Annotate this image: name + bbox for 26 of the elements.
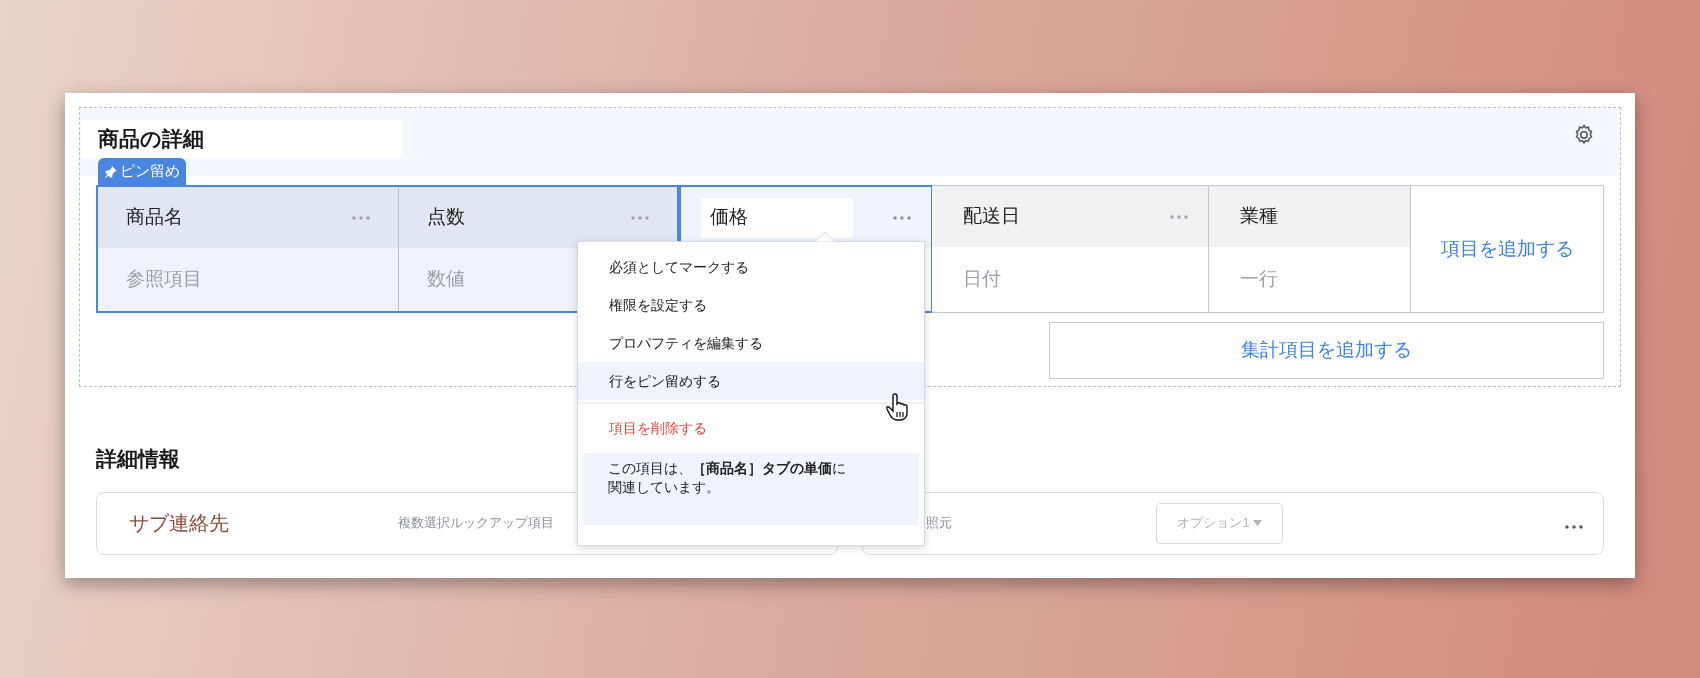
column-header[interactable]: 業種 bbox=[1209, 186, 1410, 247]
section-title: 商品の詳細 bbox=[81, 120, 403, 158]
menu-item[interactable]: プロパフティを編集する bbox=[578, 324, 924, 362]
menu-note: この項目は、［商品名］タブの単価に関連しています。 bbox=[608, 459, 847, 497]
more-icon[interactable] bbox=[1565, 524, 1583, 529]
section-title: 詳細情報 bbox=[96, 446, 180, 472]
column-header[interactable]: 点数 bbox=[399, 187, 677, 248]
hand-cursor-icon bbox=[885, 393, 911, 421]
caret-icon bbox=[1252, 519, 1262, 527]
menu-item[interactable]: 行をピン留めする bbox=[578, 362, 924, 400]
pin-icon bbox=[104, 164, 118, 179]
add-column-button[interactable]: 項目を追加する bbox=[1411, 185, 1604, 313]
column-name: 点数 bbox=[427, 205, 465, 230]
column-name: 業種 bbox=[1240, 204, 1278, 229]
pin-badge-label: ピン留め bbox=[120, 161, 180, 182]
column-name: 商品名 bbox=[126, 205, 183, 230]
card-hint: 複数選択ルックアップ項目 bbox=[398, 514, 554, 533]
add-summary-button[interactable]: 集計項目を追加する bbox=[1049, 322, 1604, 379]
menu-item[interactable]: 項目を削除する bbox=[578, 409, 924, 447]
column-header[interactable]: 商品名 bbox=[98, 187, 398, 248]
column-name-field[interactable]: 価格 bbox=[701, 197, 853, 238]
card-label: サブ連絡先 bbox=[129, 511, 230, 536]
column-header[interactable]: 配送日 bbox=[932, 186, 1208, 247]
card-hint: 照元 bbox=[926, 514, 953, 533]
column-name: 配送日 bbox=[963, 204, 1020, 229]
column-type-cell: 参照項目 bbox=[98, 248, 398, 311]
